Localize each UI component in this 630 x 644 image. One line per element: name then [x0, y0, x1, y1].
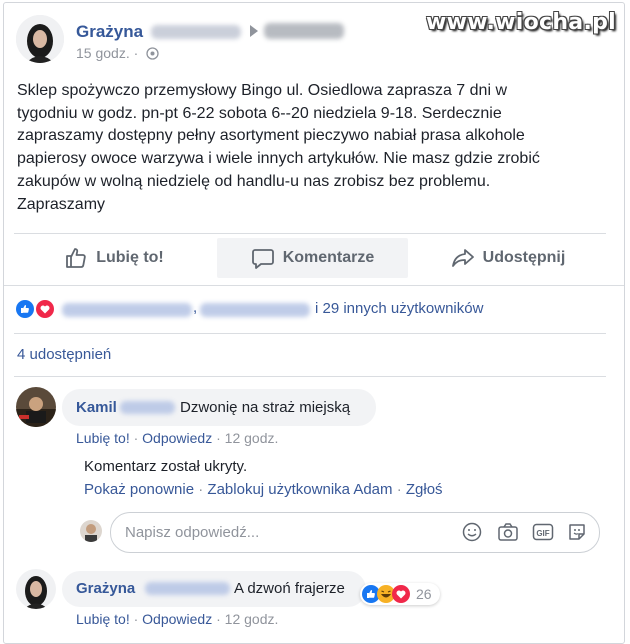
comment-reactions[interactable]: 26: [360, 583, 440, 605]
show-again-link[interactable]: Pokaż ponownie: [84, 481, 194, 498]
separator-dot: ·: [133, 45, 139, 61]
comment-reply-link[interactable]: Odpowiedz: [142, 430, 212, 446]
comment-actions: Lubię to! · Odpowiedz · 12 godz.: [76, 430, 278, 446]
author-avatar[interactable]: [16, 15, 64, 63]
commenter-avatar[interactable]: [16, 569, 56, 609]
like-button[interactable]: Lubię to!: [14, 238, 214, 278]
divider: [14, 233, 606, 234]
dot: ·: [396, 481, 402, 498]
comment-like-link[interactable]: Lubię to!: [76, 430, 130, 446]
reactions-others-link[interactable]: i 29 innych użytkowników: [315, 300, 483, 317]
camera-icon[interactable]: [497, 522, 519, 547]
comment-time[interactable]: 12 godz.: [225, 430, 279, 446]
watermark: www.wiocha.pl: [426, 10, 616, 35]
comment-time[interactable]: 12 godz.: [225, 611, 279, 627]
comment-text: A dzwoń frajerze: [234, 580, 345, 597]
svg-text:GIF: GIF: [536, 529, 549, 538]
dot: ·: [198, 481, 204, 498]
love-reaction-icon: [36, 300, 54, 323]
dot: ·: [216, 430, 221, 446]
gif-icon[interactable]: GIF: [532, 522, 554, 547]
dot: ·: [216, 611, 221, 627]
comment-icon: [251, 249, 274, 269]
divider: [14, 333, 606, 334]
comment-actions: Lubię to! · Odpowiedz · 12 godz.: [76, 611, 278, 627]
hidden-comment-message: Komentarz został ukryty.: [84, 458, 248, 475]
shares-link[interactable]: 4 udostępnień: [17, 346, 111, 363]
current-user-avatar: [80, 520, 102, 542]
post-text-line: zapraszamy dostępny pełny asortyment pie…: [17, 127, 525, 145]
share-label: Udostępnij: [482, 249, 566, 266]
block-user-link[interactable]: Zablokuj użytkownika Adam: [207, 481, 392, 498]
commenter-avatar[interactable]: [16, 387, 56, 427]
love-reaction-icon: [392, 585, 410, 603]
emoji-icon[interactable]: [462, 522, 482, 547]
post-text-line: tygodniu w godz. pn-pt 6-22 sobota 6--20…: [17, 104, 502, 122]
post-author-name[interactable]: Grażyna: [76, 22, 143, 42]
comment-button[interactable]: Komentarze: [217, 238, 408, 278]
reaction-count: 26: [416, 586, 432, 602]
thumbs-up-icon: [66, 248, 86, 268]
comment-author-name[interactable]: Grażyna: [76, 580, 135, 597]
post-text-line: zakupów w wolną niedzielę od handlu-u na…: [17, 172, 491, 190]
comment-text: Dzwonię na straż miejską: [180, 399, 351, 416]
dot: ·: [133, 611, 139, 627]
divider: [14, 376, 606, 377]
globe-icon: [146, 47, 159, 65]
share-arrow-icon: [451, 249, 474, 267]
blurred-name: [151, 25, 241, 39]
arrow-right-icon: [250, 25, 258, 37]
sticker-icon[interactable]: [567, 522, 587, 547]
like-reaction-icon: [16, 300, 34, 323]
comment-reply-link[interactable]: Odpowiedz: [142, 611, 212, 627]
post-time[interactable]: 15 godz. ·: [76, 45, 138, 61]
comment-author-name[interactable]: Kamil: [76, 399, 117, 416]
hidden-comment-actions: Pokaż ponownie · Zablokuj użytkownika Ad…: [84, 481, 443, 498]
post-text-line: papierosy owoce warzywa i wiele innych a…: [17, 150, 540, 168]
reply-placeholder: Napisz odpowiedź...: [125, 524, 260, 541]
comment-label: Komentarze: [282, 249, 375, 266]
report-link[interactable]: Zgłoś: [406, 481, 443, 498]
post-text-line: Sklep spożywczo przemysłowy Bingo ul. Os…: [17, 82, 507, 99]
blurred-group-name: [264, 23, 344, 39]
post-text-line: Zapraszamy: [17, 195, 106, 213]
blurred-name: [200, 303, 310, 317]
post-body: Sklep spożywczo przemysłowy Bingo ul. Os…: [17, 80, 607, 216]
like-label: Lubię to!: [96, 249, 164, 266]
share-button[interactable]: Udostępnij: [410, 238, 606, 278]
dot: ·: [133, 430, 139, 446]
comma: ,: [193, 299, 198, 316]
blurred-name: [62, 303, 192, 317]
comment-like-link[interactable]: Lubię to!: [76, 611, 130, 627]
blurred-name: [120, 401, 175, 414]
blurred-name: [145, 582, 230, 595]
post-time-text[interactable]: 15 godz.: [76, 45, 130, 61]
